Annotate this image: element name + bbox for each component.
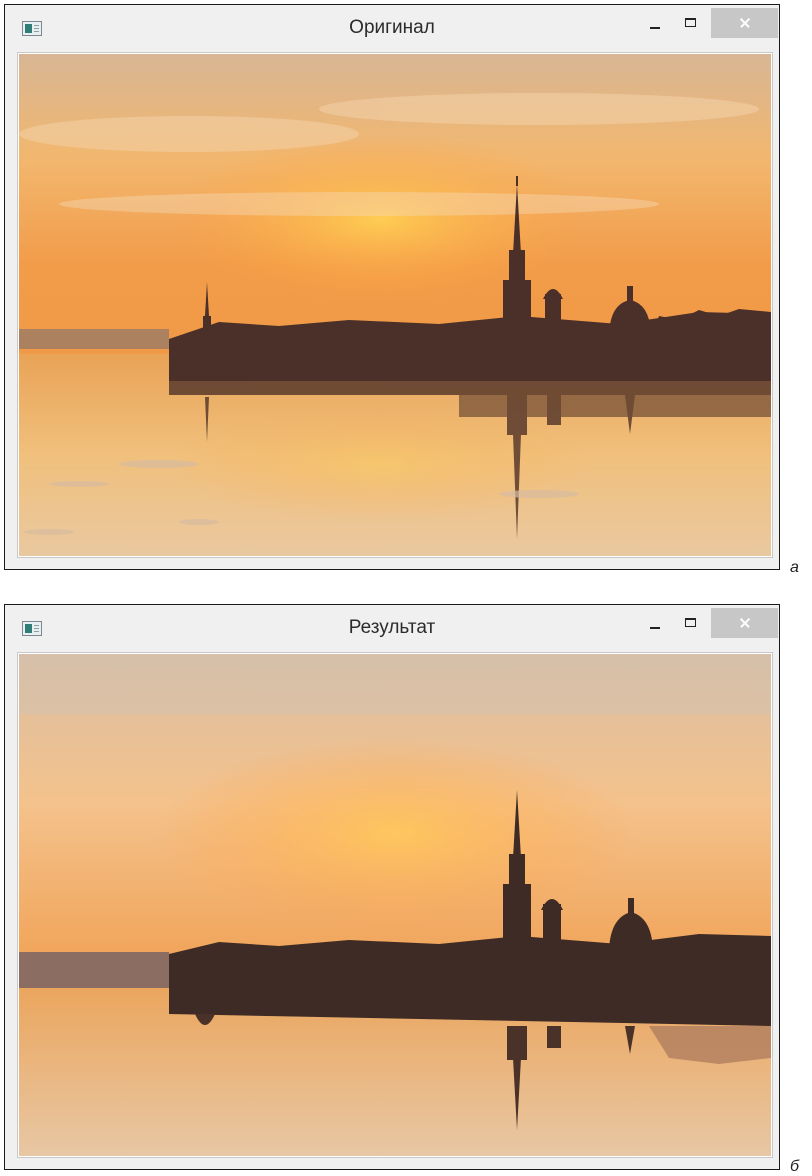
close-icon[interactable] [711,608,778,638]
image-frame [17,52,773,558]
minimize-icon[interactable] [642,613,670,639]
title-bar[interactable]: Результат [5,605,779,649]
close-icon[interactable] [711,8,778,38]
title-bar[interactable]: Оригинал [5,5,779,49]
image-frame [17,652,773,1158]
maximize-icon[interactable] [676,613,704,639]
window-original: Оригинал [4,4,780,570]
sunset-photo-result [19,654,771,1156]
figure-label-b: б [790,1158,799,1175]
sunset-photo-original [19,54,771,556]
window-result: Результат [4,604,780,1170]
maximize-icon[interactable] [676,13,704,39]
minimize-icon[interactable] [642,13,670,39]
figure-label-a: а [790,559,799,576]
